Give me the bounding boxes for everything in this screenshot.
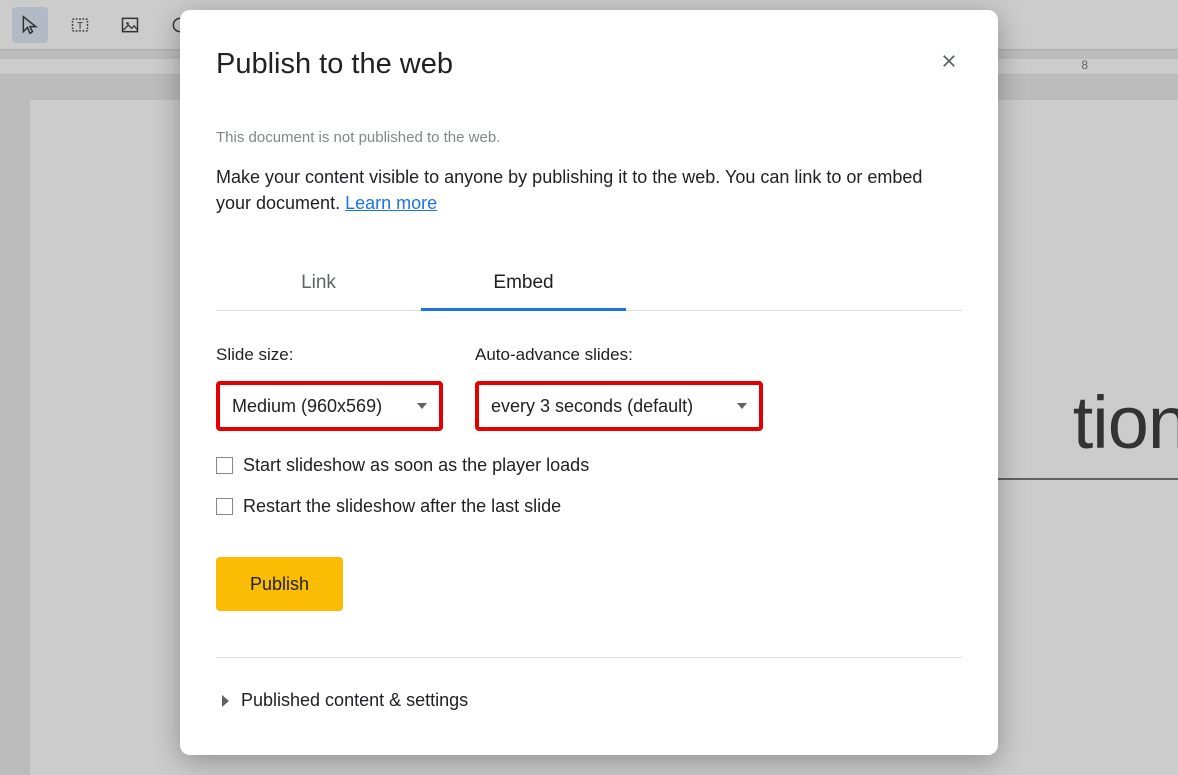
- tab-link[interactable]: Link: [216, 260, 421, 310]
- restart-slideshow-checkbox[interactable]: [216, 498, 233, 515]
- start-slideshow-label: Start slideshow as soon as the player lo…: [243, 455, 589, 476]
- close-button[interactable]: [936, 48, 962, 79]
- dropdown-arrow-icon: [417, 403, 427, 409]
- dropdown-arrow-icon: [737, 403, 747, 409]
- publish-dialog: Publish to the web This document is not …: [180, 10, 998, 755]
- published-content-toggle[interactable]: Published content & settings: [216, 690, 962, 711]
- close-icon: [940, 52, 958, 70]
- start-slideshow-checkbox[interactable]: [216, 457, 233, 474]
- auto-advance-value: every 3 seconds (default): [491, 396, 693, 417]
- published-content-label: Published content & settings: [241, 690, 468, 711]
- slide-size-value: Medium (960x569): [232, 396, 382, 417]
- slide-size-label: Slide size:: [216, 345, 443, 365]
- description-text: Make your content visible to anyone by p…: [216, 167, 922, 213]
- divider: [216, 657, 962, 658]
- dialog-title: Publish to the web: [216, 48, 453, 81]
- dialog-description: Make your content visible to anyone by p…: [216, 164, 962, 216]
- publish-status-text: This document is not published to the we…: [216, 129, 962, 146]
- auto-advance-field: Auto-advance slides: every 3 seconds (de…: [475, 345, 763, 431]
- chevron-right-icon: [222, 695, 229, 707]
- slide-size-field: Slide size: Medium (960x569): [216, 345, 443, 431]
- restart-slideshow-label: Restart the slideshow after the last sli…: [243, 496, 561, 517]
- slide-size-dropdown[interactable]: Medium (960x569): [216, 381, 443, 431]
- learn-more-link[interactable]: Learn more: [345, 193, 437, 213]
- auto-advance-label: Auto-advance slides:: [475, 345, 763, 365]
- auto-advance-dropdown[interactable]: every 3 seconds (default): [475, 381, 763, 431]
- tabs: Link Embed: [216, 260, 962, 311]
- publish-button[interactable]: Publish: [216, 557, 343, 611]
- tab-embed[interactable]: Embed: [421, 260, 626, 311]
